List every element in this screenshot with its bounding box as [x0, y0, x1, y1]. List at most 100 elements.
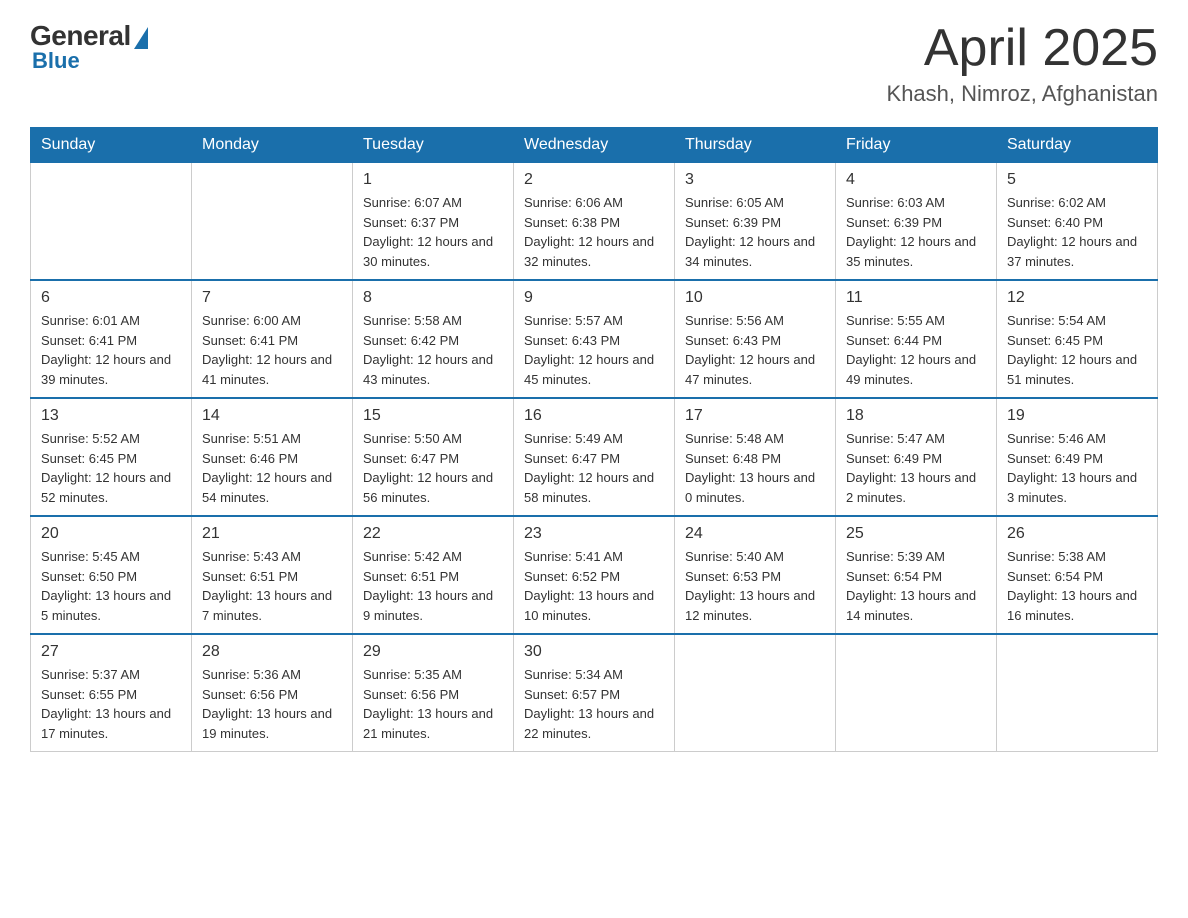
- calendar-header-sunday: Sunday: [31, 128, 192, 163]
- title-block: April 2025 Khash, Nimroz, Afghanistan: [887, 20, 1158, 107]
- day-info: Sunrise: 5:50 AM Sunset: 6:47 PM Dayligh…: [363, 429, 503, 507]
- day-info: Sunrise: 5:49 AM Sunset: 6:47 PM Dayligh…: [524, 429, 664, 507]
- calendar-cell: 17 Sunrise: 5:48 AM Sunset: 6:48 PM Dayli…: [675, 398, 836, 516]
- calendar-cell: 2 Sunrise: 6:06 AM Sunset: 6:38 PM Daylig…: [514, 163, 675, 281]
- calendar-cell: 30 Sunrise: 5:34 AM Sunset: 6:57 PM Dayli…: [514, 634, 675, 752]
- day-number: 3: [685, 171, 825, 189]
- day-info: Sunrise: 6:05 AM Sunset: 6:39 PM Dayligh…: [685, 193, 825, 271]
- calendar-cell: 10Sunrise: 5:56 AM Sunset: 6:43 PM Dayli…: [675, 280, 836, 398]
- day-info: Sunrise: 5:38 AM Sunset: 6:54 PM Dayligh…: [1007, 547, 1147, 625]
- day-info: Sunrise: 5:54 AM Sunset: 6:45 PM Dayligh…: [1007, 311, 1147, 389]
- day-number: 19: [1007, 407, 1147, 425]
- day-info: Sunrise: 5:34 AM Sunset: 6:57 PM Dayligh…: [524, 665, 664, 743]
- calendar-cell: [31, 163, 192, 281]
- calendar-cell: 22 Sunrise: 5:42 AM Sunset: 6:51 PM Dayli…: [353, 516, 514, 634]
- calendar-cell: 5 Sunrise: 6:02 AM Sunset: 6:40 PM Daylig…: [997, 163, 1158, 281]
- day-number: 7: [202, 289, 342, 307]
- calendar-header-row: SundayMondayTuesdayWednesdayThursdayFrid…: [31, 128, 1158, 163]
- logo-triangle-icon: [134, 27, 148, 49]
- calendar-header-tuesday: Tuesday: [353, 128, 514, 163]
- day-number: 21: [202, 525, 342, 543]
- calendar-cell: 7Sunrise: 6:00 AM Sunset: 6:41 PM Daylig…: [192, 280, 353, 398]
- day-info: Sunrise: 5:55 AM Sunset: 6:44 PM Dayligh…: [846, 311, 986, 389]
- day-number: 6: [41, 289, 181, 307]
- day-number: 16: [524, 407, 664, 425]
- day-info: Sunrise: 6:07 AM Sunset: 6:37 PM Dayligh…: [363, 193, 503, 271]
- calendar-cell: 21 Sunrise: 5:43 AM Sunset: 6:51 PM Dayli…: [192, 516, 353, 634]
- day-number: 25: [846, 525, 986, 543]
- page-header: General Blue April 2025 Khash, Nimroz, A…: [30, 20, 1158, 107]
- day-number: 2: [524, 171, 664, 189]
- calendar-week-row: 1 Sunrise: 6:07 AM Sunset: 6:37 PM Daylig…: [31, 163, 1158, 281]
- calendar-cell: [192, 163, 353, 281]
- day-info: Sunrise: 5:42 AM Sunset: 6:51 PM Dayligh…: [363, 547, 503, 625]
- day-number: 5: [1007, 171, 1147, 189]
- day-number: 18: [846, 407, 986, 425]
- day-number: 12: [1007, 289, 1147, 307]
- calendar-cell: 18 Sunrise: 5:47 AM Sunset: 6:49 PM Dayli…: [836, 398, 997, 516]
- calendar-cell: 27 Sunrise: 5:37 AM Sunset: 6:55 PM Dayli…: [31, 634, 192, 752]
- day-info: Sunrise: 5:43 AM Sunset: 6:51 PM Dayligh…: [202, 547, 342, 625]
- calendar-cell: 25 Sunrise: 5:39 AM Sunset: 6:54 PM Dayli…: [836, 516, 997, 634]
- day-info: Sunrise: 5:36 AM Sunset: 6:56 PM Dayligh…: [202, 665, 342, 743]
- calendar-cell: 16 Sunrise: 5:49 AM Sunset: 6:47 PM Dayli…: [514, 398, 675, 516]
- calendar-cell: 9 Sunrise: 5:57 AM Sunset: 6:43 PM Daylig…: [514, 280, 675, 398]
- day-number: 10: [685, 289, 825, 307]
- calendar-cell: 23 Sunrise: 5:41 AM Sunset: 6:52 PM Dayli…: [514, 516, 675, 634]
- calendar-title: April 2025: [887, 20, 1158, 77]
- day-number: 20: [41, 525, 181, 543]
- calendar-cell: [997, 634, 1158, 752]
- day-info: Sunrise: 5:48 AM Sunset: 6:48 PM Dayligh…: [685, 429, 825, 507]
- day-number: 17: [685, 407, 825, 425]
- calendar-cell: [836, 634, 997, 752]
- calendar-cell: 8Sunrise: 5:58 AM Sunset: 6:42 PM Daylig…: [353, 280, 514, 398]
- day-info: Sunrise: 5:39 AM Sunset: 6:54 PM Dayligh…: [846, 547, 986, 625]
- day-info: Sunrise: 5:35 AM Sunset: 6:56 PM Dayligh…: [363, 665, 503, 743]
- calendar-week-row: 13Sunrise: 5:52 AM Sunset: 6:45 PM Dayli…: [31, 398, 1158, 516]
- calendar-cell: 11 Sunrise: 5:55 AM Sunset: 6:44 PM Dayli…: [836, 280, 997, 398]
- day-info: Sunrise: 6:01 AM Sunset: 6:41 PM Dayligh…: [41, 311, 181, 389]
- day-number: 27: [41, 643, 181, 661]
- day-number: 15: [363, 407, 503, 425]
- calendar-header-monday: Monday: [192, 128, 353, 163]
- day-number: 22: [363, 525, 503, 543]
- day-number: 9: [524, 289, 664, 307]
- day-number: 24: [685, 525, 825, 543]
- calendar-cell: 24 Sunrise: 5:40 AM Sunset: 6:53 PM Dayli…: [675, 516, 836, 634]
- calendar-week-row: 20 Sunrise: 5:45 AM Sunset: 6:50 PM Dayli…: [31, 516, 1158, 634]
- calendar-header-saturday: Saturday: [997, 128, 1158, 163]
- day-number: 23: [524, 525, 664, 543]
- calendar-cell: 3 Sunrise: 6:05 AM Sunset: 6:39 PM Daylig…: [675, 163, 836, 281]
- calendar-location: Khash, Nimroz, Afghanistan: [887, 81, 1158, 107]
- calendar-cell: 29 Sunrise: 5:35 AM Sunset: 6:56 PM Dayli…: [353, 634, 514, 752]
- day-info: Sunrise: 5:41 AM Sunset: 6:52 PM Dayligh…: [524, 547, 664, 625]
- calendar-header-friday: Friday: [836, 128, 997, 163]
- day-info: Sunrise: 6:06 AM Sunset: 6:38 PM Dayligh…: [524, 193, 664, 271]
- day-info: Sunrise: 5:51 AM Sunset: 6:46 PM Dayligh…: [202, 429, 342, 507]
- day-info: Sunrise: 5:52 AM Sunset: 6:45 PM Dayligh…: [41, 429, 181, 507]
- calendar-week-row: 6 Sunrise: 6:01 AM Sunset: 6:41 PM Daylig…: [31, 280, 1158, 398]
- calendar-cell: 28 Sunrise: 5:36 AM Sunset: 6:56 PM Dayli…: [192, 634, 353, 752]
- day-info: Sunrise: 5:37 AM Sunset: 6:55 PM Dayligh…: [41, 665, 181, 743]
- logo: General Blue: [30, 20, 148, 74]
- day-info: Sunrise: 5:47 AM Sunset: 6:49 PM Dayligh…: [846, 429, 986, 507]
- day-info: Sunrise: 5:57 AM Sunset: 6:43 PM Dayligh…: [524, 311, 664, 389]
- calendar-cell: 13Sunrise: 5:52 AM Sunset: 6:45 PM Dayli…: [31, 398, 192, 516]
- calendar-cell: 15 Sunrise: 5:50 AM Sunset: 6:47 PM Dayli…: [353, 398, 514, 516]
- day-number: 11: [846, 289, 986, 307]
- day-info: Sunrise: 6:02 AM Sunset: 6:40 PM Dayligh…: [1007, 193, 1147, 271]
- day-number: 28: [202, 643, 342, 661]
- day-info: Sunrise: 6:03 AM Sunset: 6:39 PM Dayligh…: [846, 193, 986, 271]
- calendar-header-thursday: Thursday: [675, 128, 836, 163]
- calendar-cell: 20 Sunrise: 5:45 AM Sunset: 6:50 PM Dayli…: [31, 516, 192, 634]
- day-info: Sunrise: 5:45 AM Sunset: 6:50 PM Dayligh…: [41, 547, 181, 625]
- calendar-week-row: 27 Sunrise: 5:37 AM Sunset: 6:55 PM Dayli…: [31, 634, 1158, 752]
- calendar-cell: 19 Sunrise: 5:46 AM Sunset: 6:49 PM Dayli…: [997, 398, 1158, 516]
- day-number: 29: [363, 643, 503, 661]
- day-info: Sunrise: 5:40 AM Sunset: 6:53 PM Dayligh…: [685, 547, 825, 625]
- day-info: Sunrise: 5:46 AM Sunset: 6:49 PM Dayligh…: [1007, 429, 1147, 507]
- day-number: 1: [363, 171, 503, 189]
- day-number: 30: [524, 643, 664, 661]
- day-number: 26: [1007, 525, 1147, 543]
- calendar-cell: 26 Sunrise: 5:38 AM Sunset: 6:54 PM Dayli…: [997, 516, 1158, 634]
